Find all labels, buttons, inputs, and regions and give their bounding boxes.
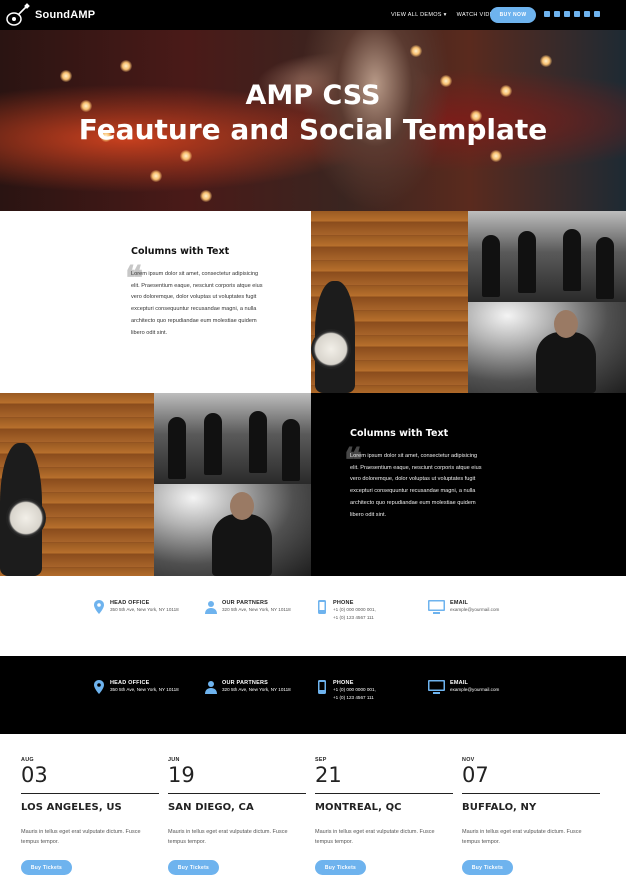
contact-value: 320 5th Ave, New York, NY 10118 — [222, 687, 291, 692]
event-city: LOS ANGELES, US — [21, 802, 122, 813]
contact-label: EMAIL — [450, 600, 469, 606]
divider — [462, 793, 600, 794]
band-photo — [468, 211, 626, 302]
contact-head-office: HEAD OFFICE 350 5th Ave, New York, NY 101… — [93, 600, 179, 614]
buy-tickets-button[interactable]: Buy Tickets — [462, 860, 513, 875]
event-description: Mauris in tellus eget erat vulputate dic… — [462, 829, 582, 845]
contact-head-office-2: HEAD OFFICE 350 5th Ave, New York, NY 101… — [93, 680, 179, 694]
contact-value: example@yourmail.com — [450, 687, 500, 692]
nav-view-all-demos[interactable]: VIEW ALL DEMOS ▾ — [391, 12, 447, 18]
logo[interactable]: SoundAMP — [5, 2, 95, 28]
youtube-icon[interactable] — [544, 11, 550, 17]
buy-tickets-button[interactable]: Buy Tickets — [315, 860, 366, 875]
buy-tickets-button[interactable]: Buy Tickets — [21, 860, 72, 875]
buy-now-button[interactable]: BUY NOW — [490, 7, 536, 23]
contact-value: +1 (0) 000 0000 001, — [333, 607, 376, 612]
singer-photo-2 — [154, 484, 311, 576]
contact-value: 350 5th Ave, New York, NY 10118 — [110, 687, 179, 692]
map-pin-icon — [94, 680, 104, 694]
columns-title: Columns with Text — [131, 246, 230, 257]
user-icon — [205, 681, 217, 694]
event-description: Mauris in tellus eget erat vulputate dic… — [21, 829, 141, 845]
event-day: 07 — [462, 763, 489, 787]
event-city: MONTREAL, QC — [315, 802, 402, 813]
event-day: 21 — [315, 763, 342, 787]
event-card: AUG 03 LOS ANGELES, US Mauris in tellus … — [21, 757, 159, 875]
contact-label: OUR PARTNERS — [222, 680, 268, 686]
buy-tickets-button[interactable]: Buy Tickets — [168, 860, 219, 875]
twitter-icon[interactable] — [594, 11, 600, 17]
contact-label: PHONE — [333, 600, 354, 606]
phone-icon — [318, 680, 326, 694]
divider — [21, 793, 159, 794]
event-city: BUFFALO, NY — [462, 802, 537, 813]
banjo-player-photo-2 — [0, 393, 154, 576]
pinterest-icon[interactable] — [584, 11, 590, 17]
contact-value: +1 (0) 123 4567 111 — [333, 614, 374, 620]
contact-label: HEAD OFFICE — [110, 600, 150, 606]
divider — [168, 793, 306, 794]
social-links — [544, 11, 604, 17]
contact-value: +1 (0) 000 0000 001, — [333, 687, 376, 692]
contact-value: 350 5th Ave, New York, NY 10118 — [110, 607, 179, 612]
banjo-player-photo — [311, 211, 468, 393]
event-day: 03 — [21, 763, 48, 787]
hero-subtitle: Feauture and Social Template — [78, 113, 548, 146]
monitor-icon — [428, 680, 445, 694]
divider — [315, 793, 453, 794]
contact-label: EMAIL — [450, 680, 469, 686]
event-description: Mauris in tellus eget erat vulputate dic… — [315, 829, 435, 845]
band-photo-2 — [154, 393, 311, 484]
contact-value: example@yourmail.com — [450, 607, 500, 612]
contact-partners-2: OUR PARTNERS 320 5th Ave, New York, NY 10… — [205, 680, 291, 694]
event-card: SEP 21 MONTREAL, QC Mauris in tellus ege… — [315, 757, 453, 875]
facebook-icon[interactable] — [554, 11, 560, 17]
contact-phone-2: PHONE +1 (0) 000 0000 001, +1 (0) 123 4567… — [316, 680, 376, 701]
guitar-logo-icon — [6, 3, 30, 26]
phone-icon — [318, 600, 326, 614]
contact-phone: PHONE +1 (0) 000 0000 001, +1 (0) 123 4567… — [316, 600, 376, 621]
hero-title: AMP CSS — [245, 80, 381, 111]
contact-section-black: HEAD OFFICE 350 5th Ave, New York, NY 101… — [0, 656, 626, 734]
event-day: 19 — [168, 763, 195, 787]
contact-label: OUR PARTNERS — [222, 600, 268, 606]
contact-row-white: HEAD OFFICE 350 5th Ave, New York, NY 101… — [0, 600, 626, 626]
columns-section-white: ❝ Columns with Text Lorem ipsum dolor si… — [0, 211, 311, 393]
columns-text: Lorem ipsum dolor sit amet, consectetur … — [131, 271, 263, 336]
monitor-icon — [428, 600, 445, 614]
contact-label: PHONE — [333, 680, 354, 686]
linkedin-icon[interactable] — [574, 11, 580, 17]
brand-name: SoundAMP — [35, 9, 96, 21]
columns-title-2: Columns with Text — [350, 428, 449, 439]
contact-partners: OUR PARTNERS 320 5th Ave, New York, NY 10… — [205, 600, 291, 614]
dribbble-icon[interactable] — [564, 11, 570, 17]
top-navbar: SoundAMP VIEW ALL DEMOS ▾ WATCH VIDEO BU… — [0, 0, 626, 30]
event-description: Mauris in tellus eget erat vulputate dic… — [168, 829, 288, 845]
user-icon — [205, 601, 217, 614]
contact-label: HEAD OFFICE — [110, 680, 150, 686]
event-city: SAN DIEGO, CA — [168, 802, 254, 813]
columns-text-2: Lorem ipsum dolor sit amet, consectetur … — [350, 453, 482, 518]
map-pin-icon — [94, 600, 104, 614]
contact-email: EMAIL example@yourmail.com — [428, 600, 499, 614]
contact-value: +1 (0) 123 4567 111 — [333, 694, 374, 700]
event-card: NOV 07 BUFFALO, NY Mauris in tellus eget… — [462, 757, 600, 875]
event-card: JUN 19 SAN DIEGO, CA Mauris in tellus eg… — [168, 757, 306, 875]
singer-photo — [468, 302, 626, 393]
columns-section-black: ❝ Columns with Text Lorem ipsum dolor si… — [311, 393, 626, 576]
hero-banner: AMP CSS Feauture and Social Template — [0, 30, 626, 211]
contact-email-2: EMAIL example@yourmail.com — [428, 680, 499, 694]
contact-value: 320 5th Ave, New York, NY 10118 — [222, 607, 291, 612]
